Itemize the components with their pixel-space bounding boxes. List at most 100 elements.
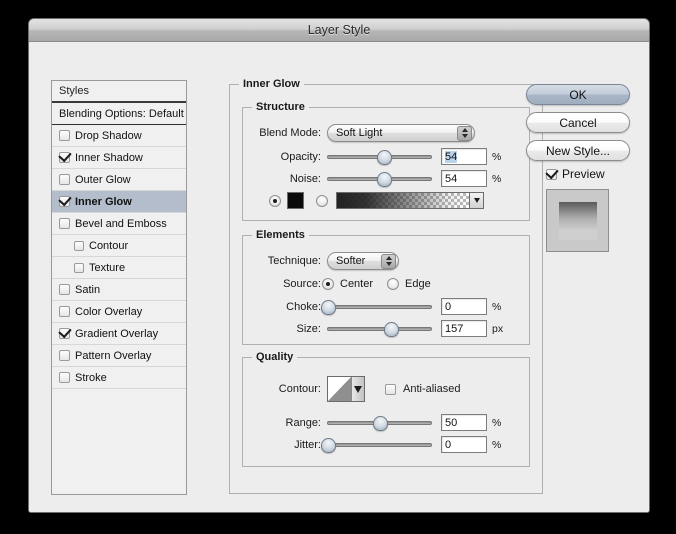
chevron-down-icon[interactable] xyxy=(469,193,483,208)
size-slider[interactable] xyxy=(327,321,432,337)
source-edge-label: Edge xyxy=(405,278,431,290)
dialog-titlebar[interactable]: Layer Style xyxy=(29,19,649,42)
jitter-value: 0 xyxy=(445,438,452,451)
effect-checkbox[interactable] xyxy=(59,196,70,207)
sidebar-item-label: Bevel and Emboss xyxy=(75,217,167,230)
dialog-body: Styles Blending Options: Default Drop Sh… xyxy=(29,42,649,512)
contour-picker[interactable] xyxy=(327,376,365,402)
preview-label: Preview xyxy=(562,167,605,181)
size-slider-thumb[interactable] xyxy=(383,321,399,337)
opacity-value: 54 xyxy=(445,150,458,163)
sidebar-item-outer-glow[interactable]: Outer Glow xyxy=(52,169,186,191)
cancel-button[interactable]: Cancel xyxy=(526,112,630,133)
sidebar-item-label: Outer Glow xyxy=(75,173,131,186)
sidebar-item-contour[interactable]: Contour xyxy=(52,235,186,257)
noise-unit: % xyxy=(492,172,502,185)
sidebar-item-texture[interactable]: Texture xyxy=(52,257,186,279)
quality-group: Quality Contour: Anti-aliased Range: 50 … xyxy=(242,351,530,467)
choke-input[interactable]: 0 xyxy=(441,298,487,315)
contour-curve-preview xyxy=(328,377,351,401)
effect-checkbox[interactable] xyxy=(59,284,70,295)
chevron-updown-icon xyxy=(457,125,472,141)
noise-input[interactable]: 54 xyxy=(441,170,487,187)
noise-value: 54 xyxy=(445,172,458,185)
screen: Layer Style Styles Blending Options: Def… xyxy=(0,0,676,534)
glow-gradient-picker[interactable] xyxy=(336,192,484,209)
sidebar-item-bevel-and-emboss[interactable]: Bevel and Emboss xyxy=(52,213,186,235)
blending-options-label: Blending Options: Default xyxy=(59,107,184,120)
effect-checkbox[interactable] xyxy=(59,218,70,229)
choke-row: Choke: 0 % xyxy=(251,298,523,315)
preview-toggle-row[interactable]: Preview xyxy=(546,167,605,181)
jitter-slider-thumb[interactable] xyxy=(320,437,336,453)
structure-group: Structure Blend Mode: Soft Light Opacity… xyxy=(242,101,530,221)
ok-button-label: OK xyxy=(569,87,587,102)
jitter-slider[interactable] xyxy=(320,437,432,453)
anti-aliased-checkbox[interactable] xyxy=(385,383,396,395)
range-slider-thumb[interactable] xyxy=(373,415,388,431)
new-style-button[interactable]: New Style... xyxy=(526,140,630,161)
fill-gradient-radio[interactable] xyxy=(316,194,328,207)
choke-slider[interactable] xyxy=(320,299,432,315)
chevron-updown-icon xyxy=(381,253,396,269)
effect-checkbox[interactable] xyxy=(74,262,84,273)
technique-row: Technique: Softer xyxy=(251,252,523,270)
source-center-label: Center xyxy=(340,278,374,290)
noise-slider-thumb[interactable] xyxy=(377,171,393,187)
glow-color-swatch[interactable] xyxy=(287,192,304,209)
range-input[interactable]: 50 xyxy=(441,414,487,431)
size-slider-track xyxy=(327,326,432,331)
sidebar-item-inner-glow[interactable]: Inner Glow xyxy=(52,191,186,213)
sidebar-item-label: Texture xyxy=(89,261,126,274)
effect-checkbox[interactable] xyxy=(74,240,84,251)
technique-select[interactable]: Softer xyxy=(327,252,399,270)
source-edge-radio[interactable] xyxy=(387,278,400,290)
effect-checkbox[interactable] xyxy=(59,328,70,339)
size-input[interactable]: 157 xyxy=(441,320,487,337)
effect-checkbox[interactable] xyxy=(59,152,70,163)
sidebar-item-drop-shadow[interactable]: Drop Shadow xyxy=(52,125,186,147)
fill-color-radio[interactable] xyxy=(269,194,281,207)
ok-button[interactable]: OK xyxy=(526,84,630,105)
contour-label: Contour: xyxy=(278,383,321,395)
opacity-input[interactable]: 54 xyxy=(441,148,487,165)
sidebar-item-label: Stroke xyxy=(75,371,107,384)
opacity-row: Opacity: 54 % xyxy=(251,148,523,165)
sidebar-header[interactable]: Styles xyxy=(52,81,186,103)
choke-value: 0 xyxy=(445,300,452,313)
elements-legend: Elements xyxy=(252,229,309,241)
source-center-radio[interactable] xyxy=(322,278,334,290)
sidebar-item-stroke[interactable]: Stroke xyxy=(52,367,186,389)
sidebar-header-label: Styles xyxy=(59,85,89,97)
preview-checkbox[interactable] xyxy=(546,168,557,180)
sidebar-item-satin[interactable]: Satin xyxy=(52,279,186,301)
sidebar-effect-list: Drop Shadow Inner Shadow Outer Glow Inner G… xyxy=(52,125,186,389)
sidebar-item-inner-shadow[interactable]: Inner Shadow xyxy=(52,147,186,169)
contour-row: Contour: Anti-aliased xyxy=(251,376,523,402)
opacity-slider[interactable] xyxy=(327,149,432,165)
effect-checkbox[interactable] xyxy=(59,350,70,361)
sidebar-item-label: Gradient Overlay xyxy=(75,327,159,340)
effect-checkbox[interactable] xyxy=(59,372,70,383)
choke-slider-thumb[interactable] xyxy=(320,299,336,315)
range-slider[interactable] xyxy=(327,415,432,431)
opacity-label: Opacity: xyxy=(280,150,321,163)
opacity-slider-thumb[interactable] xyxy=(377,149,393,165)
sidebar-item-gradient-overlay[interactable]: Gradient Overlay xyxy=(52,323,186,345)
chevron-down-icon[interactable] xyxy=(351,377,364,401)
sidebar-item-label: Color Overlay xyxy=(75,305,143,318)
effect-checkbox[interactable] xyxy=(59,130,70,141)
choke-slider-track xyxy=(327,304,432,309)
effect-checkbox[interactable] xyxy=(59,174,70,185)
sidebar-item-pattern-overlay[interactable]: Pattern Overlay xyxy=(52,345,186,367)
jitter-unit: % xyxy=(492,438,502,451)
noise-slider[interactable] xyxy=(327,171,432,187)
sidebar-item-label: Pattern Overlay xyxy=(75,349,152,362)
quality-legend: Quality xyxy=(252,351,298,363)
sidebar-item-color-overlay[interactable]: Color Overlay xyxy=(52,301,186,323)
sidebar-item-blending-options[interactable]: Blending Options: Default xyxy=(52,103,186,125)
blend-mode-select[interactable]: Soft Light xyxy=(327,124,475,142)
effect-checkbox[interactable] xyxy=(59,306,70,317)
jitter-input[interactable]: 0 xyxy=(441,436,487,453)
cancel-button-label: Cancel xyxy=(559,115,597,130)
